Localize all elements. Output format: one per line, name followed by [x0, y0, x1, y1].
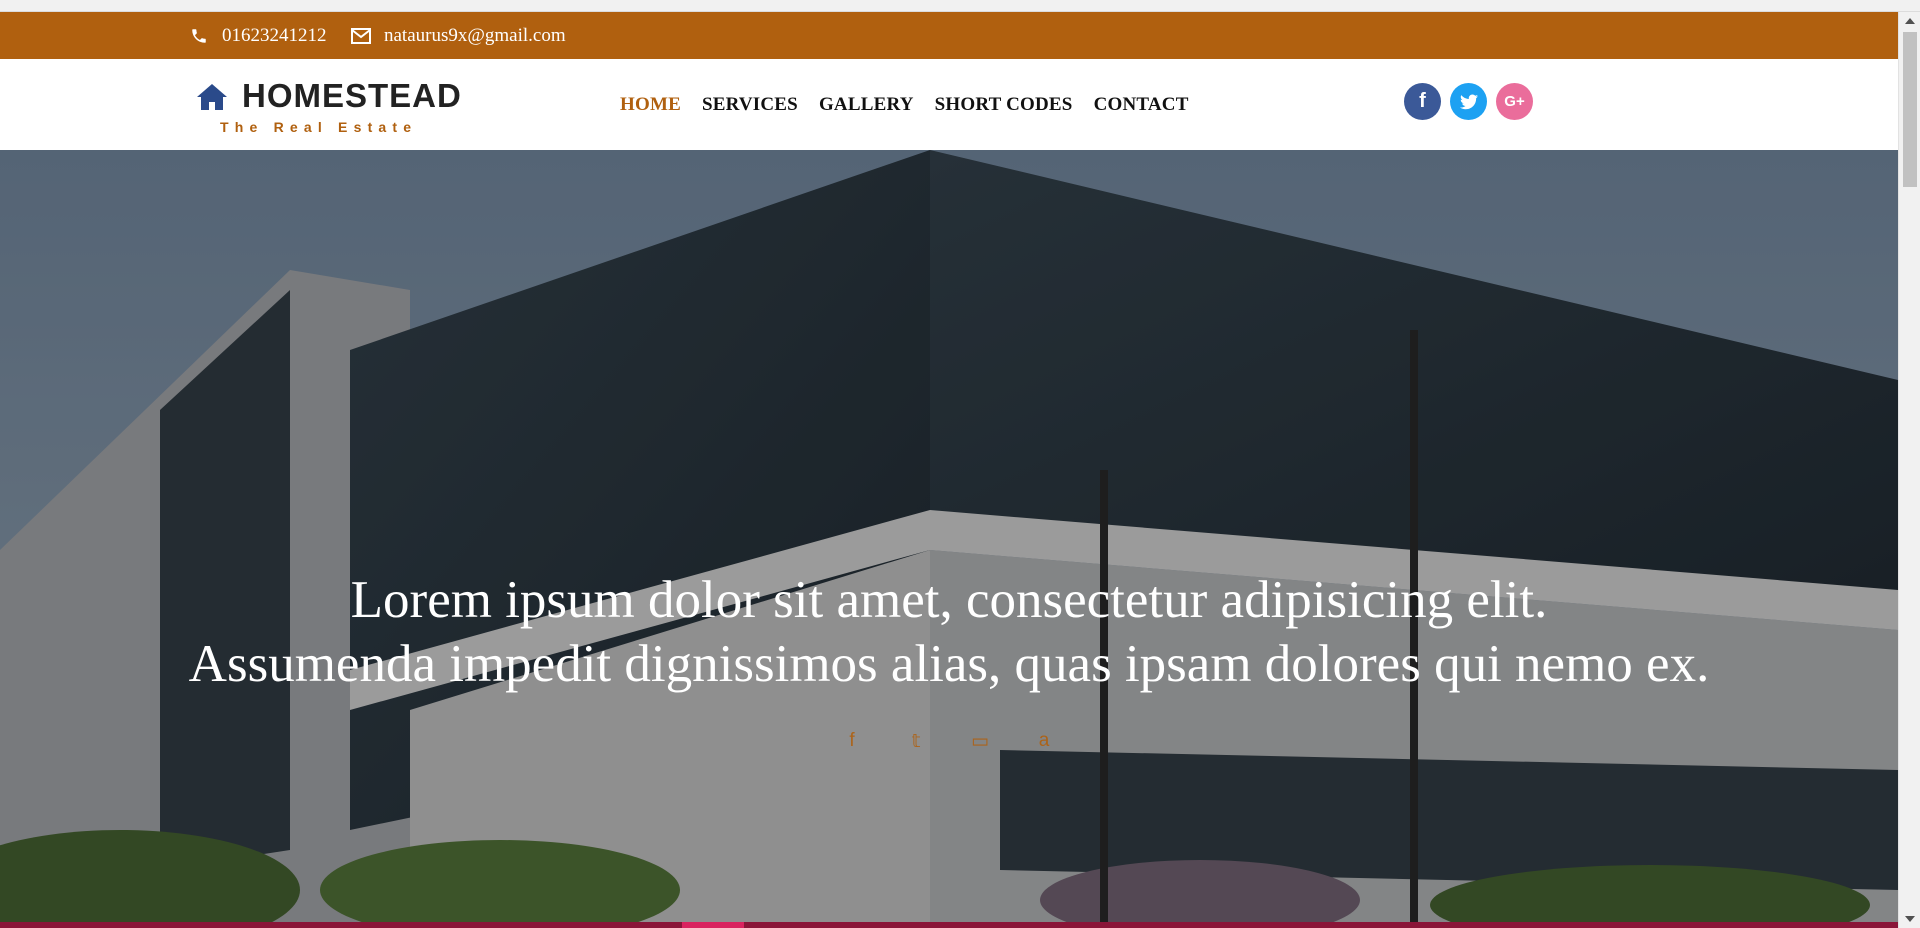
section-accent-mark — [682, 922, 744, 928]
facebook-icon[interactable]: f — [1404, 83, 1441, 120]
nav-gallery[interactable]: GALLERY — [819, 94, 914, 116]
email-contact[interactable]: nataurus9x@gmail.com — [350, 12, 566, 59]
nav-services[interactable]: SERVICES — [702, 94, 798, 116]
hero-headline-line2: Assumenda impedit dignissimos alias, qua… — [188, 635, 1710, 693]
browser-top-strip — [0, 0, 1920, 12]
site-header: HOMESTEAD The Real Estate HOME SERVICES … — [0, 59, 1898, 150]
brand-name: HOMESTEAD — [242, 77, 462, 114]
phone-number: 01623241212 — [222, 24, 327, 46]
nav-short-codes[interactable]: SHORT CODES — [935, 94, 1073, 116]
hero-banner: Lorem ipsum dolor sit amet, consectetur … — [0, 150, 1898, 922]
nav-contact[interactable]: CONTACT — [1094, 94, 1189, 116]
nav-home[interactable]: HOME — [620, 94, 681, 116]
next-section-edge — [0, 922, 1898, 928]
house-icon — [196, 83, 228, 111]
twitter-icon[interactable]: 𝕥 — [884, 730, 948, 753]
phone-icon — [188, 25, 210, 47]
scroll-up-arrow-icon[interactable] — [1905, 18, 1915, 24]
hero-overlay — [0, 150, 1898, 922]
brand-tagline: The Real Estate — [220, 119, 418, 135]
contact-topbar: 01623241212 nataurus9x@gmail.com — [0, 12, 1898, 59]
phone-contact[interactable]: 01623241212 — [188, 12, 327, 59]
amazon-icon[interactable]: a — [1012, 730, 1076, 753]
google-plus-icon[interactable]: G+ — [1496, 83, 1533, 120]
twitch-icon[interactable]: ▭ — [948, 730, 1012, 753]
hero-headline-line1: Lorem ipsum dolor sit amet, consectetur … — [350, 571, 1548, 629]
email-address: nataurus9x@gmail.com — [384, 24, 566, 46]
twitter-icon[interactable] — [1450, 83, 1487, 120]
main-navigation: HOME SERVICES GALLERY SHORT CODES CONTAC… — [620, 59, 1210, 150]
envelope-icon — [350, 25, 372, 47]
page-scrollbar[interactable] — [1898, 12, 1920, 928]
facebook-icon[interactable]: f — [820, 730, 884, 753]
scrollbar-thumb[interactable] — [1903, 32, 1917, 187]
hero-social-links: f 𝕥 ▭ a — [820, 730, 1076, 753]
hero-headline: Lorem ipsum dolor sit amet, consectetur … — [0, 568, 1898, 696]
header-social-links: f G+ — [1404, 83, 1542, 120]
scroll-down-arrow-icon[interactable] — [1905, 916, 1915, 922]
site-logo[interactable]: HOMESTEAD The Real Estate — [196, 77, 461, 139]
